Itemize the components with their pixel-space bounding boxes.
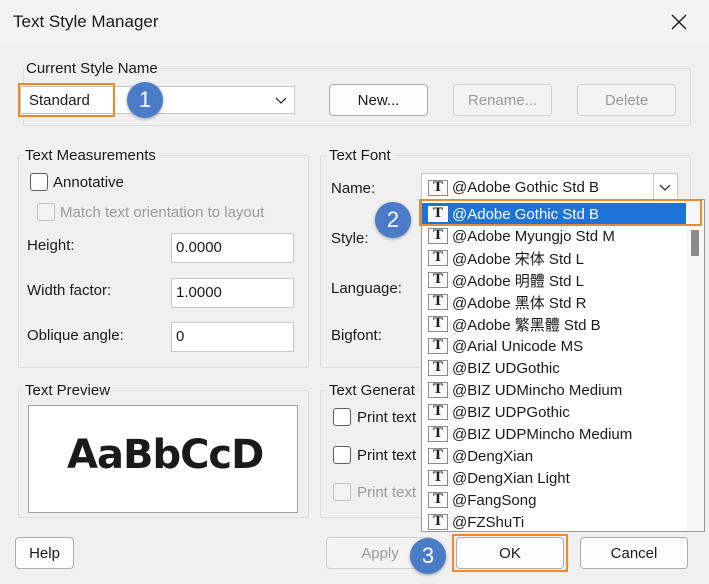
font-name-value: @Adobe Gothic Std B bbox=[452, 179, 599, 196]
new-style-button[interactable]: New... bbox=[329, 84, 428, 116]
truetype-font-icon: T bbox=[428, 448, 448, 464]
current-style-group-label: Current Style Name bbox=[24, 60, 160, 78]
truetype-font-icon: T bbox=[428, 360, 448, 376]
style-name-highlight bbox=[18, 83, 115, 117]
font-name-label: Name: bbox=[331, 180, 376, 197]
truetype-font-icon: T bbox=[428, 179, 448, 196]
match-orientation-checkbox[interactable] bbox=[37, 203, 55, 221]
print-option-1-checkbox[interactable] bbox=[333, 408, 351, 426]
truetype-font-icon: T bbox=[428, 338, 448, 354]
font-option[interactable]: T @Adobe 宋体 Std L bbox=[422, 247, 686, 269]
font-option[interactable]: T @BIZ UDGothic bbox=[422, 357, 686, 379]
preview-sample-text: AaBbCcD bbox=[67, 432, 264, 478]
title-bar: Text Style Manager bbox=[0, 0, 709, 44]
callout-2: 2 bbox=[375, 202, 411, 238]
chevron-down-icon bbox=[275, 97, 287, 104]
scrollbar-thumb[interactable] bbox=[691, 230, 699, 256]
oblique-angle-field[interactable]: 0 bbox=[171, 322, 294, 352]
truetype-font-icon: T bbox=[428, 294, 448, 310]
truetype-font-icon: T bbox=[428, 316, 448, 332]
truetype-font-icon: T bbox=[428, 404, 448, 420]
font-dropdown-list[interactable]: T @Adobe Gothic Std B T @Adobe Myungjo Std… bbox=[421, 199, 705, 532]
font-option[interactable]: T @FZShuTi bbox=[422, 511, 686, 531]
rename-style-button[interactable]: Rename... bbox=[453, 84, 552, 116]
bigfont-label: Bigfont: bbox=[331, 327, 382, 344]
font-option[interactable]: T @BIZ UDMincho Medium bbox=[422, 379, 686, 401]
truetype-font-icon: T bbox=[428, 514, 448, 530]
font-option[interactable]: T @DengXian Light bbox=[422, 467, 686, 489]
oblique-angle-label: Oblique angle: bbox=[27, 327, 124, 344]
text-font-group-label: Text Font bbox=[327, 147, 393, 165]
match-orientation-label: Match text orientation to layout bbox=[60, 204, 265, 221]
height-field[interactable]: 0.0000 bbox=[171, 233, 294, 263]
font-option[interactable]: T @Arial Unicode MS bbox=[422, 335, 686, 357]
callout-1: 1 bbox=[127, 82, 163, 118]
window-title: Text Style Manager bbox=[13, 12, 159, 31]
text-generation-group-label: Text Generat bbox=[327, 382, 417, 400]
text-preview-canvas: AaBbCcD bbox=[28, 405, 298, 513]
width-factor-label: Width factor: bbox=[27, 282, 112, 299]
print-option-2-label: Print text bbox=[357, 447, 417, 464]
dropdown-scrollbar[interactable] bbox=[686, 200, 704, 531]
print-option-2-checkbox[interactable] bbox=[333, 446, 351, 464]
font-option[interactable]: T @FangSong bbox=[422, 489, 686, 511]
annotative-checkbox[interactable] bbox=[30, 173, 48, 191]
delete-style-button[interactable]: Delete bbox=[577, 84, 676, 116]
truetype-font-icon: T bbox=[428, 426, 448, 442]
height-label: Height: bbox=[27, 237, 75, 254]
font-option[interactable]: T @Adobe 繁黑體 Std B bbox=[422, 313, 686, 335]
font-option[interactable]: T @Adobe 黑体 Std R bbox=[422, 291, 686, 313]
truetype-font-icon: T bbox=[428, 470, 448, 486]
annotative-label: Annotative bbox=[53, 174, 124, 191]
font-option[interactable]: T @Adobe Myungjo Std M bbox=[422, 225, 686, 247]
truetype-font-icon: T bbox=[428, 228, 448, 244]
truetype-font-icon: T bbox=[428, 272, 448, 288]
font-style-label: Style: bbox=[331, 230, 369, 247]
font-option[interactable]: T @DengXian bbox=[422, 445, 686, 467]
cancel-button[interactable]: Cancel bbox=[580, 537, 688, 569]
text-preview-group-label: Text Preview bbox=[23, 382, 113, 400]
selected-font-highlight bbox=[419, 199, 702, 226]
font-option[interactable]: T @BIZ UDPGothic bbox=[422, 401, 686, 423]
font-name-combo[interactable]: T @Adobe Gothic Std B bbox=[421, 173, 678, 201]
ok-highlight bbox=[452, 534, 568, 572]
truetype-font-icon: T bbox=[428, 492, 448, 508]
truetype-font-icon: T bbox=[428, 250, 448, 266]
language-label: Language: bbox=[331, 280, 402, 297]
font-option[interactable]: T @BIZ UDPMincho Medium bbox=[422, 423, 686, 445]
print-option-1-label: Print text bbox=[357, 409, 417, 426]
help-button[interactable]: Help bbox=[15, 537, 74, 569]
measurements-group-label: Text Measurements bbox=[23, 147, 158, 165]
print-option-3-checkbox[interactable] bbox=[333, 483, 351, 501]
callout-3: 3 bbox=[410, 538, 446, 574]
font-option[interactable]: T @Adobe 明體 Std L bbox=[422, 269, 686, 291]
width-factor-field[interactable]: 1.0000 bbox=[171, 278, 294, 308]
chevron-down-icon bbox=[659, 184, 671, 191]
truetype-font-icon: T bbox=[428, 382, 448, 398]
print-option-3-label: Print text bbox=[357, 484, 417, 501]
close-icon[interactable] bbox=[664, 8, 694, 36]
